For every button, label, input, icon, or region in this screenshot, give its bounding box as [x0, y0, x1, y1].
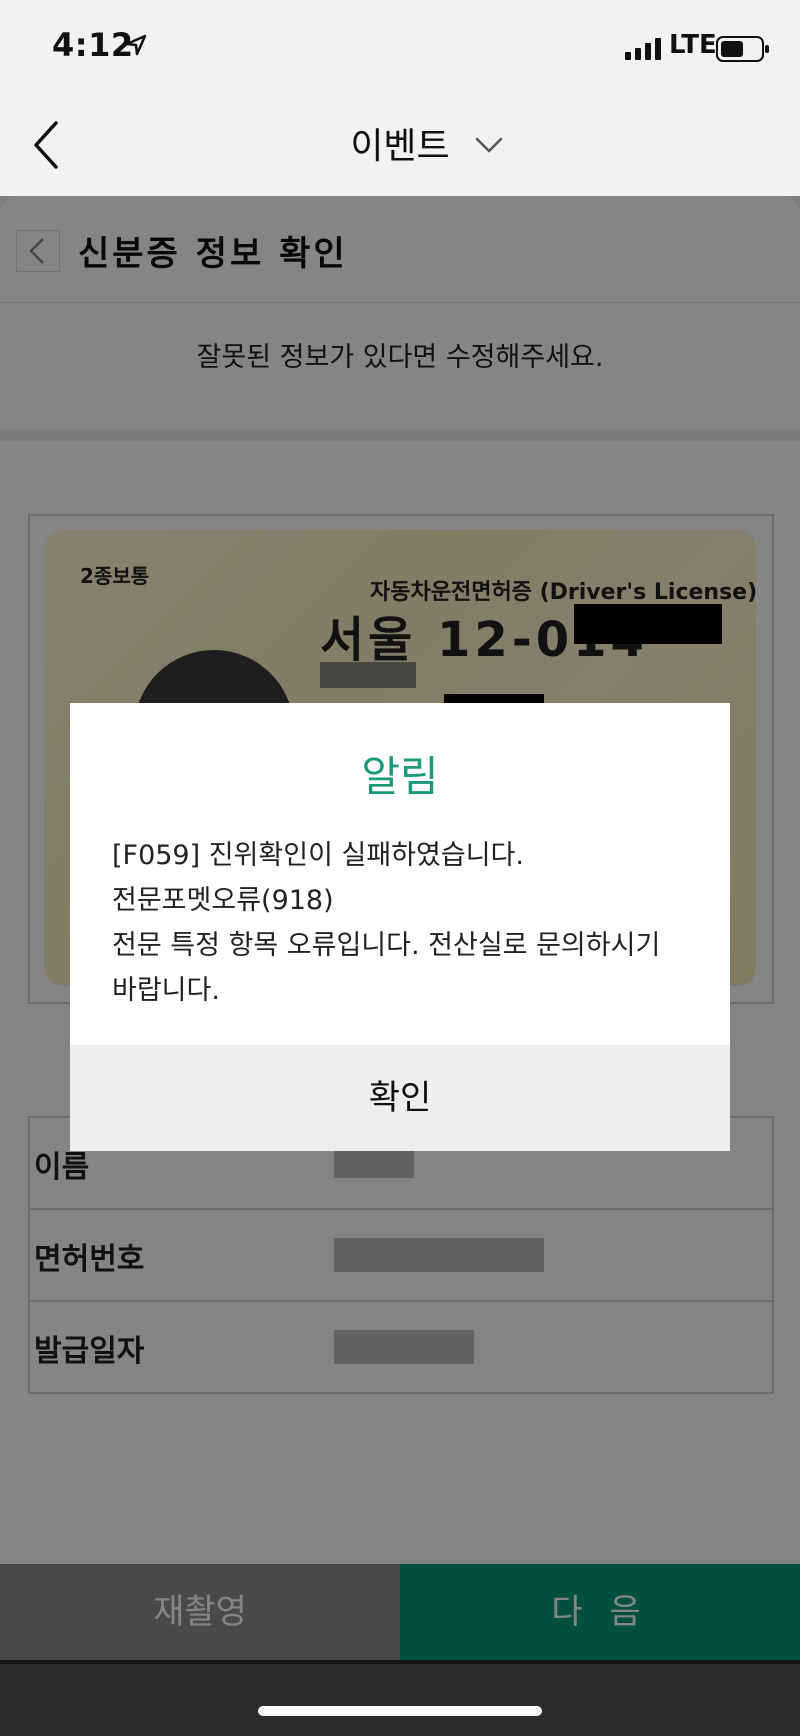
- home-indicator-area: [0, 1660, 800, 1736]
- chevron-down-icon[interactable]: [474, 135, 504, 155]
- confirm-button[interactable]: 확인: [70, 1045, 730, 1151]
- status-time: 4:12: [52, 26, 134, 64]
- home-indicator[interactable]: [258, 1706, 542, 1716]
- dialog-message: [F059] 진위확인이 실패하였습니다. 전문포멧오류(918) 전문 특정 …: [112, 833, 702, 1013]
- nav-bar: 이벤트: [0, 95, 800, 195]
- dialog-line: 전문포멧오류(918): [112, 885, 334, 916]
- battery-icon: [716, 36, 769, 62]
- dialog-line: [F059] 진위확인이 실패하였습니다.: [112, 840, 524, 871]
- dialog-line: 바랍니다.: [112, 975, 220, 1006]
- location-arrow-icon: [125, 34, 147, 56]
- network-label: LTE: [669, 30, 717, 60]
- dialog-title: 알림: [361, 752, 439, 801]
- dialog-line: 전문 특정 항목 오류입니다. 전산실로 문의하시기: [112, 930, 661, 961]
- nav-title-text: 이벤트: [350, 126, 450, 167]
- alert-dialog: 알림 [F059] 진위확인이 실패하였습니다. 전문포멧오류(918) 전문 …: [70, 703, 730, 1151]
- signal-icon: [625, 38, 661, 60]
- status-bar: 4:12 LTE: [0, 0, 800, 95]
- nav-title[interactable]: 이벤트: [0, 117, 800, 169]
